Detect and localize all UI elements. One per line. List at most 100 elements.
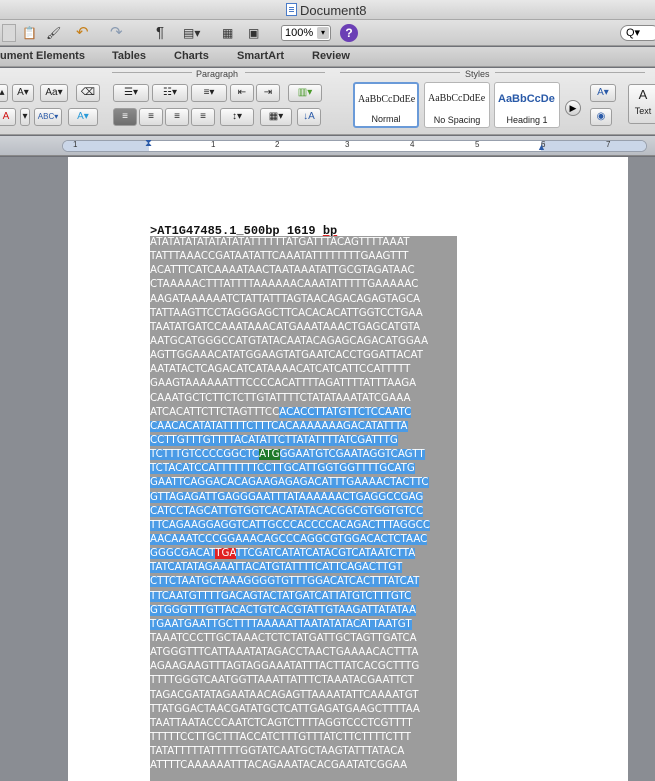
sort-button[interactable]: ↓A: [297, 108, 321, 126]
sequence-text: TAAATCCCTTGCTAAACTCTCTATGATTGCTAGTTGATCA: [150, 632, 417, 644]
sequence-text: TATTAAGTTCCTAGGGAGCTTCACACACATTGGTCCTGAA: [150, 307, 423, 319]
align-right-button[interactable]: ≡: [165, 108, 189, 126]
columns-button[interactable]: ▥▾: [288, 84, 322, 102]
tab-review[interactable]: Review: [312, 50, 350, 62]
sequence-line: GAAGTAAAAAATTTCCCCACATTTTAGATTTTATTTAAGA: [150, 377, 457, 391]
selected-sequence-text: GGAATGTCGAATAGGTCAGTT: [279, 449, 425, 461]
selected-sequence-text: CAACACATATATTTTCTTTCACAAAAAAAGACATATTTA: [150, 420, 408, 432]
sequence-text: TTATGGACTAACGATATGCTCATTGAGATGAAGCTTTTAA: [150, 703, 420, 715]
sequence-text: CAAATGCTCTTCTCTTGTATTTTCTATATAAATATCGAAA: [150, 392, 411, 404]
tab-smartart[interactable]: SmartArt: [237, 50, 284, 62]
divider: [495, 72, 645, 73]
styles-next-icon[interactable]: ▶: [565, 100, 581, 116]
selected-sequence-text: TATCATATAGAAATTACATGTATTTTCATTCAGACTTGT: [150, 562, 403, 574]
sequence-text: GAAGTAAAAAATTTCCCCACATTTTAGATTTTATTTAAGA: [150, 378, 417, 390]
toolbox-icon[interactable]: ▦: [222, 24, 238, 42]
text-box-label: Text: [634, 106, 652, 116]
style-sample: AaBbCcDdEe: [428, 93, 486, 104]
first-line-indent-marker[interactable]: ⧗: [145, 138, 152, 149]
grow-font-button[interactable]: ▴: [0, 84, 8, 102]
manage-styles-icon[interactable]: ◉: [590, 108, 612, 126]
decrease-indent-button[interactable]: ⇤: [230, 84, 254, 102]
highlight-button[interactable]: ABC▾: [34, 108, 62, 126]
style-no-spacing[interactable]: AaBbCcDdEe No Spacing: [424, 82, 490, 128]
text-effects-button[interactable]: A▾: [68, 108, 98, 126]
tab-charts[interactable]: Charts: [174, 50, 209, 62]
numbering-button[interactable]: ☷▾: [152, 84, 188, 102]
change-case-button[interactable]: Aa▾: [40, 84, 68, 102]
selected-sequence-text: TTCGATCATATCATACGTCATAATCTTA: [235, 548, 416, 560]
sequence-line: GAATTCAGGACACAGAAGAGAGACATTTGAAAACTACTTC: [150, 476, 457, 490]
zoom-select[interactable]: 100% ▾: [281, 25, 331, 41]
style-normal[interactable]: AaBbCcDdEe Normal: [353, 82, 419, 128]
sequence-line: ATCACATTCTTCTAGTTTCCACACCTTATGTTCTCCAATC: [150, 406, 457, 420]
font-color-a-button[interactable]: A▾: [12, 84, 34, 102]
sequence-text: ATATATATATATATATATTTTTTATGATTTACAGTTTTAA…: [150, 237, 410, 248]
ruler-number: 3: [345, 140, 350, 149]
sequence-line: TTTTTCCTTGCTTTACCATCTTTGTTTATCTTCTTTTCTT…: [150, 731, 457, 745]
borders-button[interactable]: ▦▾: [260, 108, 292, 126]
sequence-text: TAATATGATCCAAATAAACATGAAATAAACTGAGCATGTA: [150, 321, 421, 333]
sequence-line: AATATACTCAGACATCATAAAACATCATCATTCCATTTTT: [150, 363, 457, 377]
sequence-line: TGAATGAATTGCTTTTAAAAATTAATATATACATTAATGT: [150, 618, 457, 632]
style-name: No Spacing: [433, 115, 481, 125]
view-icon[interactable]: ▤▾: [183, 24, 207, 42]
multilevel-list-button[interactable]: ≡▾: [191, 84, 227, 102]
align-left-button[interactable]: ≡: [113, 108, 137, 126]
right-margin: [541, 141, 646, 151]
media-browser-icon[interactable]: ▣: [248, 24, 268, 42]
tab-tables[interactable]: Tables: [112, 50, 146, 62]
selected-sequence-text: CTTCTAATGCTAAAGGGGTGTTTGGACATCACTTTATCAT: [150, 576, 420, 588]
sequence-line: CAACACATATATTTTCTTTCACAAAAAAAGACATATTTA: [150, 420, 457, 434]
sequence-line: TTCAATGTTTTGACAGTACTATGATCATTATGTCTTTGTC: [150, 590, 457, 604]
text-box-icon: A: [638, 87, 648, 102]
window-title: Document8: [300, 3, 367, 18]
undo-icon[interactable]: ↶: [76, 24, 100, 42]
sequence-text: ATGGGTTTCATTAAATATAGACCTAACTGAAAACACTTTA: [150, 647, 419, 659]
clear-formatting-icon[interactable]: ⌫: [76, 84, 100, 102]
sequence-line: ATTTTCAAAAAATTTACAGAAATACACGAATATCGGAA: [150, 759, 457, 773]
line-spacing-button[interactable]: ↕▾: [220, 108, 254, 126]
divider: [340, 72, 460, 73]
sequence-line: CATCCTAGCATTGTGGTCACATATACACGGCGTGGTGTCC: [150, 505, 457, 519]
ruler-bar: 1 1 2 3 4 5 6 7 ⧗ ▲: [0, 136, 655, 156]
font-color-button[interactable]: A: [0, 108, 16, 126]
sequence-line: TAATATGATCCAAATAAACATGAAATAAACTGAGCATGTA: [150, 321, 457, 335]
ribbon-tab-bar: ument Elements Tables Charts SmartArt Re…: [0, 47, 655, 67]
sequence-text: AATGCATGGGCCATGTATACAATACAGAGCAGACATGGAA: [150, 335, 429, 347]
sequence-line: GTTAGAGATTGAGGGAATTTATAAAAAACTGAGGCCGAG: [150, 491, 457, 505]
tab-document-elements[interactable]: ument Elements: [0, 50, 85, 62]
selected-sequence-text: ACACCTTATGTTCTCCAATC: [279, 406, 412, 418]
align-center-button[interactable]: ≡: [139, 108, 163, 126]
sequence-text: AGTTGGAAACATATGGAAGTATGAATCACCTGGATTACAT: [150, 350, 424, 362]
sequence-line: AGTTGGAAACATATGGAAGTATGAATCACCTGGATTACAT: [150, 349, 457, 363]
redo-icon[interactable]: ↷: [110, 24, 134, 42]
sequence-text: TTTTTCCTTGCTTTACCATCTTTGTTTATCTTCTTTTCTT…: [150, 731, 412, 743]
justify-button[interactable]: ≡: [191, 108, 215, 126]
sequence-text: TAATTAATACCCAATCTCAGTCTTTTAGGTCCCTCGTTTT: [150, 717, 413, 729]
horizontal-ruler[interactable]: 1 1 2 3 4 5 6 7 ⧗ ▲: [62, 138, 647, 152]
style-sample: AaBbCcDe: [498, 93, 555, 105]
search-input[interactable]: Q▾: [620, 25, 655, 41]
sequence-line: ACATTTCATCAAAATAACTAATAAATATTGCGTAGATAAC: [150, 264, 457, 278]
right-indent-marker[interactable]: ▲: [537, 142, 546, 152]
sequence-text: TATTTAAACCGATAATATTCAAATATTTTTTTTGAAGTTT: [150, 251, 409, 263]
pilcrow-icon[interactable]: ¶: [156, 24, 170, 42]
sequence-line: TATATTTTTATTTTTGGTATCAATGCTAAGTATTTATACA: [150, 745, 457, 759]
format-painter-icon[interactable]: 🖌: [46, 24, 64, 42]
paste-icon[interactable]: 📋: [22, 24, 40, 42]
text-box-button[interactable]: A Text: [628, 84, 655, 124]
styles-pane-button[interactable]: A▾: [590, 84, 616, 102]
style-heading-1[interactable]: AaBbCcDe Heading 1: [494, 82, 560, 128]
sequence-line: ATGGGTTTCATTAAATATAGACCTAACTGAAAACACTTTA: [150, 646, 457, 660]
sequence-text: AAGATAAAAAATCTATTATTTAGTAACAGACAGAGTAGCA: [150, 293, 421, 305]
help-button[interactable]: ?: [340, 24, 358, 42]
bullets-button[interactable]: ☰▾: [113, 84, 149, 102]
new-document-icon[interactable]: [2, 24, 16, 42]
sequence-line: TTCAGAAGGAGGTCATTGCCCACCCCACAGACTTTAGGCC: [150, 519, 457, 533]
sequence-line: CAAATGCTCTTCTCTTGTATTTTCTATATAAATATCGAAA: [150, 392, 457, 406]
sequence-line: CTTCTAATGCTAAAGGGGTGTTTGGACATCACTTTATCAT: [150, 575, 457, 589]
chevron-down-icon[interactable]: ▾: [20, 108, 30, 126]
sequence-block[interactable]: ATATATATATATATATATTTTTTATGATTTACAGTTTTAA…: [150, 236, 457, 781]
increase-indent-button[interactable]: ⇥: [256, 84, 280, 102]
